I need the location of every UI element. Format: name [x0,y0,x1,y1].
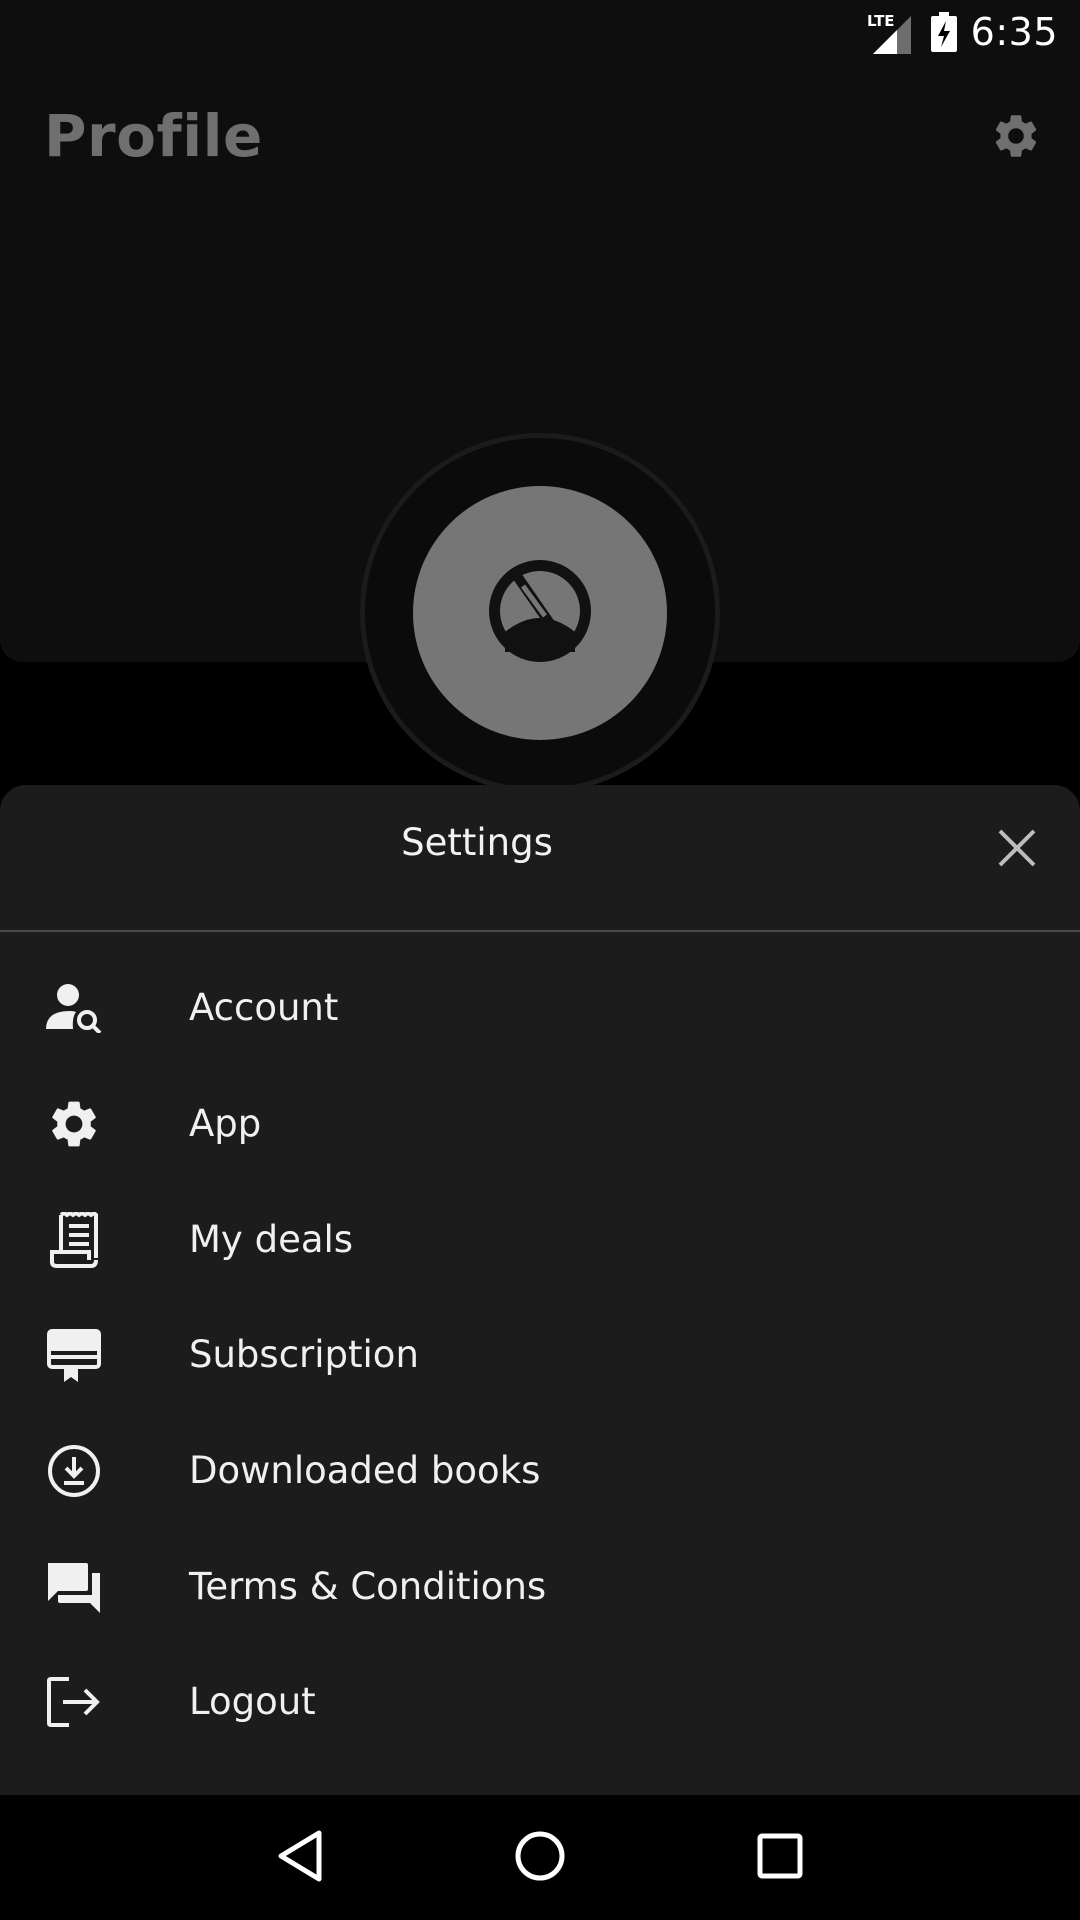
home-button[interactable] [500,1818,580,1898]
menu-item-label: Terms & Conditions [189,1565,547,1608]
status-time: 6:35 [970,9,1058,54]
menu-item-label: Account [189,986,339,1029]
screen: Profile LTE 6:35 Settings Account App My… [0,0,1080,1920]
page-title: Profile [44,102,263,170]
recents-icon [757,1833,803,1883]
menu-item-label: Subscription [189,1333,419,1376]
sheet-title: Settings [401,821,553,864]
recents-button[interactable] [740,1818,820,1898]
menu-item-account[interactable]: Account [0,950,1080,1065]
lte-signal-icon: LTE [867,10,917,54]
navigation-bar [0,1795,1080,1920]
gear-icon[interactable] [990,110,1042,166]
menu-item-label: My deals [189,1218,354,1261]
logout-icon [44,1672,104,1732]
menu-item-label: Downloaded books [189,1449,541,1492]
card-membership-icon [44,1325,104,1385]
no-signal-gauge-icon [483,554,597,672]
home-icon [514,1830,566,1886]
receipt-icon [44,1210,104,1270]
menu-item-label: Logout [189,1680,316,1723]
menu-item-my-deals[interactable]: My deals [0,1182,1080,1297]
menu-item-logout[interactable]: Logout [0,1644,1080,1759]
svg-text:LTE: LTE [867,12,895,30]
gear-icon [44,1094,104,1154]
menu-item-app[interactable]: App [0,1066,1080,1181]
menu-item-label: App [189,1102,262,1145]
menu-item-downloaded-books[interactable]: Downloaded books [0,1413,1080,1528]
download-circle-icon [44,1441,104,1501]
status-bar: LTE 6:35 [0,0,1080,63]
menu-item-subscription[interactable]: Subscription [0,1297,1080,1412]
close-button[interactable] [995,828,1039,872]
back-button[interactable] [260,1818,340,1898]
account-search-icon [44,978,104,1038]
close-icon [997,828,1037,872]
forum-icon [44,1557,104,1617]
battery-charging-icon [930,11,957,52]
avatar[interactable] [413,486,667,740]
back-icon [277,1830,323,1886]
sheet-header: Settings [0,785,1080,932]
menu-item-terms-conditions[interactable]: Terms & Conditions [0,1529,1080,1644]
